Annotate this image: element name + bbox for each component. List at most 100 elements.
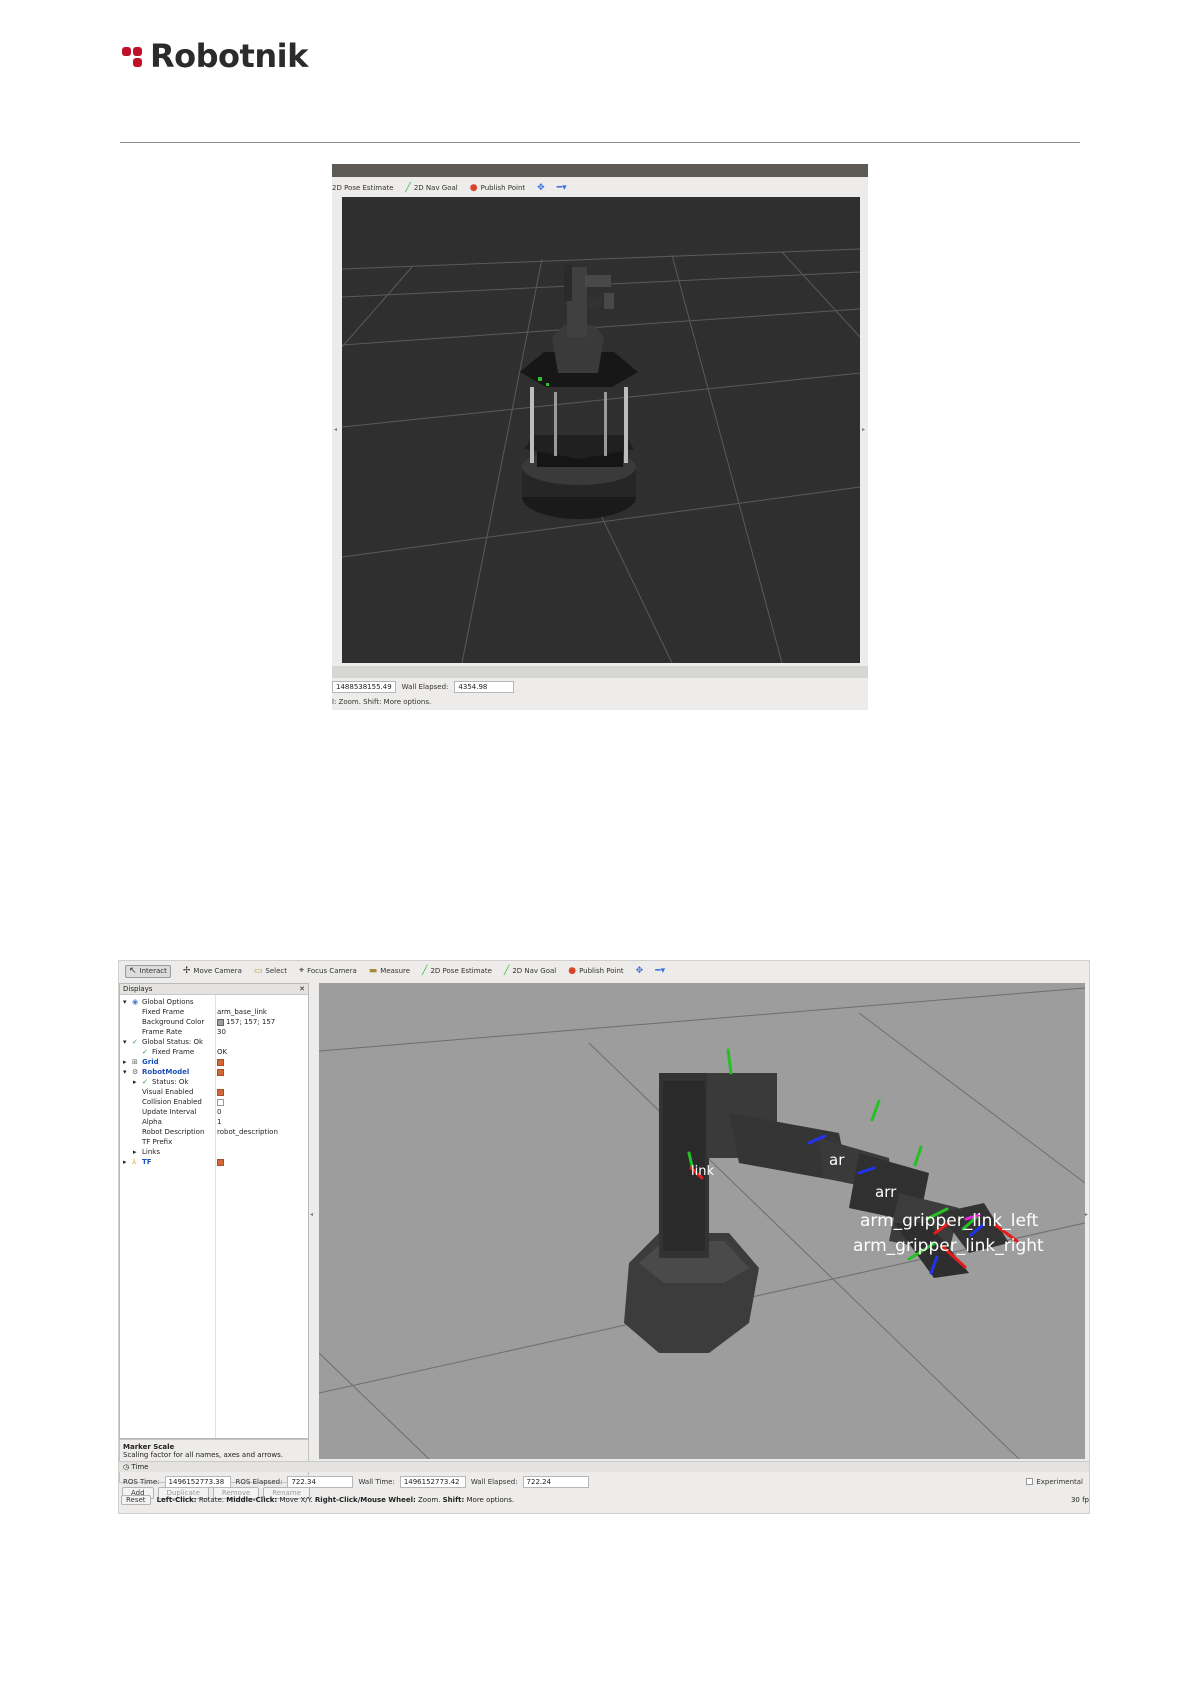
tree-row-grid[interactable]: ▸ ⊞ Grid [120, 1057, 308, 1067]
panel-splitter[interactable] [332, 666, 868, 678]
collapse-right-icon[interactable]: ▸ [862, 426, 865, 433]
move-tool-button[interactable]: ✥ [537, 183, 545, 193]
wall-time-field[interactable]: 1496152773.42 [399, 1475, 466, 1488]
grid-enabled-checkbox[interactable] [217, 1057, 224, 1067]
tree-row-links[interactable]: ▸ Links [120, 1147, 308, 1157]
expand-arrow-icon[interactable]: ▾ [123, 997, 127, 1007]
tree-row-collision-enabled[interactable]: Collision Enabled [120, 1097, 308, 1107]
tool-nav-goal[interactable]: ╱ 2D Nav Goal [504, 966, 557, 976]
tool-label: Measure [380, 967, 411, 975]
tree-label: Links [142, 1148, 160, 1156]
tree-row-fixed-frame[interactable]: Fixed Frame arm_base_link [120, 1007, 308, 1017]
tree-value[interactable]: arm_base_link [217, 1007, 267, 1017]
nav-goal-icon: ╱ [405, 182, 411, 193]
move-arrows-icon: ✥ [635, 965, 644, 976]
tool-publish-point[interactable]: ● Publish Point [470, 183, 525, 193]
tool-pose-estimate[interactable]: ╱ 2D Pose Estimate [422, 966, 492, 976]
ros-elapsed-field[interactable]: 722.34 [287, 1475, 354, 1488]
tf-enabled-checkbox[interactable] [217, 1157, 224, 1167]
scene-render: link ar arr arm_gripper_link_left arm_gr… [319, 987, 1085, 1459]
ros-time-label: ROS Time: [123, 1477, 160, 1486]
tree-row-robot-description[interactable]: Robot Description robot_description [120, 1127, 308, 1137]
ros-time-field[interactable]: 1496152773.38 [164, 1475, 231, 1488]
tree-row-visual-enabled[interactable]: Visual Enabled [120, 1087, 308, 1097]
displays-tree: ▾ ◉ Global Options Fixed Frame arm_base_… [120, 995, 308, 1167]
tree-row-tf[interactable]: ▸ ⅄ TF [120, 1157, 308, 1167]
fps-counter: 30 fp [1070, 1495, 1089, 1504]
tool-focus-camera[interactable]: ⌖ Focus Camera [299, 966, 357, 976]
expand-arrow-icon[interactable]: ▸ [123, 1157, 127, 1167]
tree-value[interactable]: robot_description [217, 1127, 278, 1137]
expand-arrow-icon[interactable]: ▾ [123, 1067, 127, 1077]
3d-viewport[interactable] [342, 197, 860, 663]
expand-arrow-icon[interactable]: ▸ [133, 1077, 137, 1087]
tree-label: TF [142, 1158, 152, 1166]
tree-row-global-options[interactable]: ▾ ◉ Global Options [120, 997, 308, 1007]
ruler-icon: ▬ [368, 965, 378, 976]
wall-elapsed-field[interactable]: 4354.98 [454, 681, 515, 693]
reset-button[interactable]: Reset [121, 1494, 151, 1505]
displays-title: Displays [123, 985, 153, 993]
camera-move-icon: ✢ [182, 965, 191, 976]
tool-publish-point[interactable]: ● Publish Point [568, 966, 623, 976]
displays-panel: Displays ✕ ▾ ◉ Global Options Fixed Fram… [119, 983, 309, 1439]
description-title: Marker Scale [123, 1443, 175, 1451]
experimental-checkbox[interactable]: Experimental [1026, 1478, 1083, 1486]
tree-value[interactable]: 0 [217, 1107, 221, 1117]
tree-row-tf-prefix[interactable]: TF Prefix [120, 1137, 308, 1147]
check-icon: ✓ [142, 1078, 148, 1086]
clock-icon: ◷ [123, 1463, 130, 1471]
collapse-left-icon[interactable]: ◂ [310, 1211, 313, 1218]
robot-model-enabled-checkbox[interactable] [217, 1067, 224, 1077]
wall-elapsed-field[interactable]: 722.24 [522, 1475, 589, 1488]
tree-row-global-status[interactable]: ▾ ✓ Global Status: Ok [120, 1037, 308, 1047]
color-value: 157; 157; 157 [226, 1018, 276, 1026]
tree-value[interactable]: 157; 157; 157 [217, 1017, 275, 1027]
tree-label: Robot Description [142, 1128, 205, 1136]
color-swatch [217, 1018, 224, 1026]
tool-menu-button[interactable]: ━▾ [557, 183, 567, 193]
collapse-left-icon[interactable]: ◂ [334, 426, 337, 433]
tree-label: Global Options [142, 998, 194, 1006]
scene-render [342, 248, 860, 663]
tool-move-camera[interactable]: ✢ Move Camera [182, 965, 242, 976]
tool-measure[interactable]: ▬ Measure [368, 965, 411, 976]
tree-label: Fixed Frame [142, 1008, 185, 1016]
tool-menu-button[interactable]: ━▾ [655, 966, 665, 976]
frame-label-gripper-left: arm_gripper_link_left [860, 1211, 1039, 1231]
frame-label-ar: ar [829, 1151, 845, 1169]
move-tool-button[interactable]: ✥ [635, 965, 644, 976]
expand-arrow-icon[interactable]: ▾ [123, 1037, 127, 1047]
tool-nav-goal[interactable]: ╱ 2D Nav Goal [405, 182, 457, 193]
tree-row-alpha[interactable]: Alpha 1 [120, 1117, 308, 1127]
expand-arrow-icon[interactable]: ▸ [123, 1057, 127, 1067]
tool-label: 2D Nav Goal [512, 967, 557, 975]
collapse-right-icon[interactable]: ▸ [1085, 1211, 1088, 1218]
rviz-screenshot-arm: ↖ Interact ✢ Move Camera ▭ Select ⌖ Focu… [118, 960, 1090, 1514]
rviz-toolbar: 2D Pose Estimate ╱ 2D Nav Goal ● Publish… [332, 177, 868, 199]
robotnik-logo: Robotnik [120, 36, 308, 76]
status-hint: l: Zoom. Shift: More options. [332, 698, 432, 706]
ros-time-field[interactable]: 1488538155.49 [332, 681, 396, 693]
collision-enabled-checkbox[interactable] [217, 1097, 224, 1107]
tree-value[interactable]: 1 [217, 1117, 221, 1127]
tree-value[interactable]: 30 [217, 1027, 226, 1037]
visual-enabled-checkbox[interactable] [217, 1087, 224, 1097]
tool-interact[interactable]: ↖ Interact [125, 964, 171, 978]
tree-row-background-color[interactable]: Background Color 157; 157; 157 [120, 1017, 308, 1027]
tree-row-fixed-frame-status[interactable]: ✓ Fixed Frame OK [120, 1047, 308, 1057]
tree-label: Grid [142, 1058, 159, 1066]
tree-row-frame-rate[interactable]: Frame Rate 30 [120, 1027, 308, 1037]
tree-row-status-ok[interactable]: ▸ ✓ Status: Ok [120, 1077, 308, 1087]
tool-select[interactable]: ▭ Select [254, 966, 287, 976]
expand-arrow-icon[interactable]: ▸ [133, 1147, 137, 1157]
tool-label: 2D Pose Estimate [430, 967, 492, 975]
tree-row-robot-model[interactable]: ▾ ⚙ RobotModel [120, 1067, 308, 1077]
close-icon[interactable]: ✕ [299, 985, 305, 993]
tool-pose-estimate[interactable]: 2D Pose Estimate [332, 184, 393, 192]
frame-label-gripper-right: arm_gripper_link_right [853, 1236, 1044, 1256]
3d-viewport[interactable]: link ar arr arm_gripper_link_left arm_gr… [319, 983, 1085, 1459]
tree-row-update-interval[interactable]: Update Interval 0 [120, 1107, 308, 1117]
tree-value: OK [217, 1048, 228, 1056]
rviz-toolbar: ↖ Interact ✢ Move Camera ▭ Select ⌖ Focu… [119, 961, 1089, 981]
